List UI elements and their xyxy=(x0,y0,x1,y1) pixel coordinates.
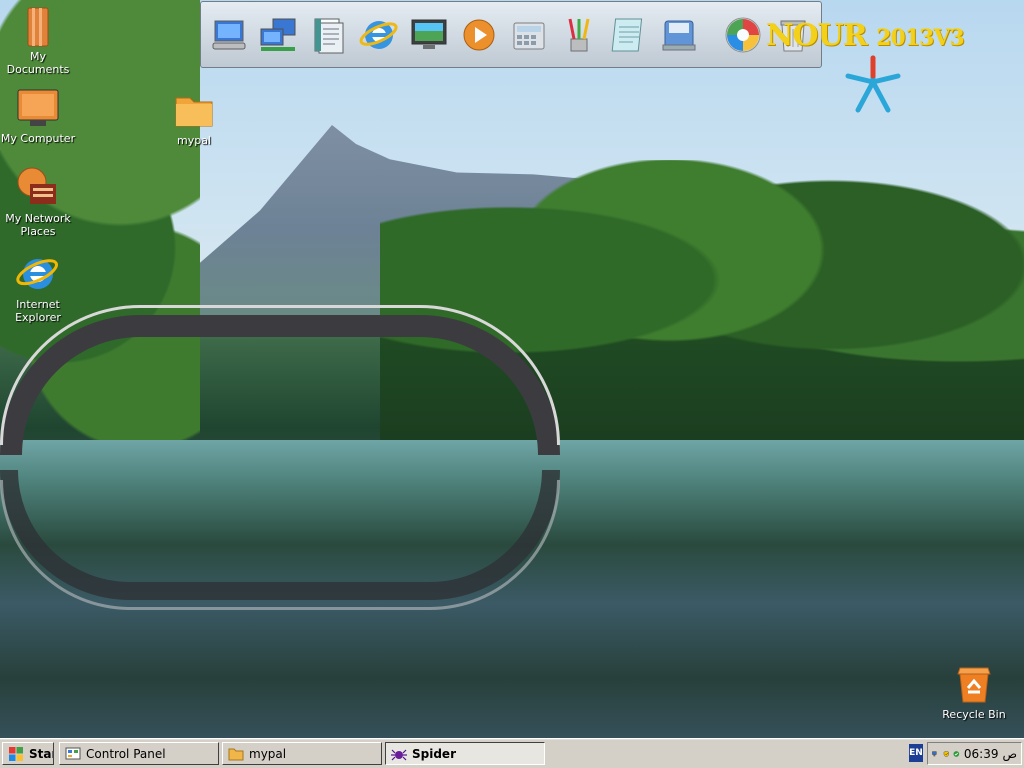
dock-media-player[interactable] xyxy=(459,12,499,58)
dock-notepad[interactable] xyxy=(609,12,649,58)
brand-star-icon xyxy=(845,55,901,113)
clock-time[interactable]: 06:39 xyxy=(964,747,999,761)
my-computer-icon xyxy=(16,86,60,130)
my-computer-icon xyxy=(212,20,246,49)
dock-paint[interactable] xyxy=(559,12,599,58)
desktop-icon-mypal[interactable]: mypal xyxy=(156,88,232,147)
taskbar-task-control-panel[interactable]: Control Panel xyxy=(59,742,219,765)
notepad-icon xyxy=(611,18,643,51)
windows-logo-icon xyxy=(725,17,761,52)
desktop-icon-my-network-places[interactable]: My Network Places xyxy=(0,166,76,238)
brand-version: 2013V3 xyxy=(876,25,965,51)
spider-solitaire-icon xyxy=(391,749,407,760)
language-indicator[interactable]: EN xyxy=(909,744,923,762)
desktop-icon-my-computer[interactable]: My Computer xyxy=(0,86,76,145)
start-button[interactable]: Start xyxy=(2,742,54,765)
launcher-dock xyxy=(200,1,822,68)
desktop-icon-label: My Documents xyxy=(6,50,70,76)
system-tray: 06:39 ص xyxy=(927,742,1022,765)
clock-suffix: ص xyxy=(1002,746,1017,761)
network-computers-icon xyxy=(260,18,296,51)
desktop-icon-label: Internet Explorer xyxy=(15,298,61,324)
security-shield-icon[interactable] xyxy=(943,747,950,761)
recycle-bin-icon xyxy=(952,662,996,706)
dock-disk[interactable] xyxy=(659,12,699,58)
desktop-icon-label: mypal xyxy=(176,134,211,147)
wallpaper-bridge-rail-reflection xyxy=(0,480,560,610)
start-label: Start xyxy=(29,746,53,761)
monitor-display-icon xyxy=(411,19,447,49)
brand-name: NOUR xyxy=(766,18,868,53)
task-label: Control Panel xyxy=(86,746,166,761)
media-player-icon xyxy=(463,19,495,50)
desktop-icon-label: My Network Places xyxy=(5,212,71,238)
disk-drive-icon xyxy=(662,20,696,50)
windows-flag-icon xyxy=(9,746,23,761)
documents-icon xyxy=(314,18,344,53)
wallpaper-bridge-rail xyxy=(0,305,560,445)
dock-documents[interactable] xyxy=(309,12,349,58)
desktop-icon-label: My Computer xyxy=(0,132,76,145)
dock-my-computer[interactable] xyxy=(209,12,249,58)
taskbar: Start Control Panel mypal Spider EN 06:3… xyxy=(0,738,1024,768)
taskbar-task-spider[interactable]: Spider xyxy=(385,742,545,765)
network-places-icon xyxy=(16,166,60,210)
desktop-icon-internet-explorer[interactable]: Internet Explorer xyxy=(0,252,76,324)
dock-display[interactable] xyxy=(409,12,449,58)
dock-calculator[interactable] xyxy=(509,12,549,58)
folder-icon xyxy=(172,88,216,132)
desktop-icon-recycle-bin[interactable]: Recycle Bin xyxy=(936,662,1012,721)
dock-network[interactable] xyxy=(259,12,299,58)
check-status-icon[interactable] xyxy=(953,747,960,761)
paint-brushes-icon xyxy=(568,18,590,51)
dock-windows[interactable] xyxy=(723,12,763,58)
task-label: Spider xyxy=(412,746,456,761)
control-panel-icon xyxy=(65,747,81,759)
internet-explorer-icon xyxy=(16,252,60,296)
folder-documents-icon xyxy=(16,4,60,48)
desktop-icon-label: Recycle Bin xyxy=(942,708,1006,721)
internet-explorer-icon xyxy=(359,20,398,49)
folder-icon xyxy=(228,748,244,760)
calculator-icon xyxy=(513,22,545,49)
desktop-icon-my-documents[interactable]: My Documents xyxy=(0,4,76,76)
network-tray-icon[interactable] xyxy=(932,747,939,761)
task-label: mypal xyxy=(249,746,287,761)
dock-internet-explorer[interactable] xyxy=(359,12,399,58)
brand-logo-text: NOUR 2013V3 xyxy=(766,18,965,53)
taskbar-task-mypal[interactable]: mypal xyxy=(222,742,382,765)
